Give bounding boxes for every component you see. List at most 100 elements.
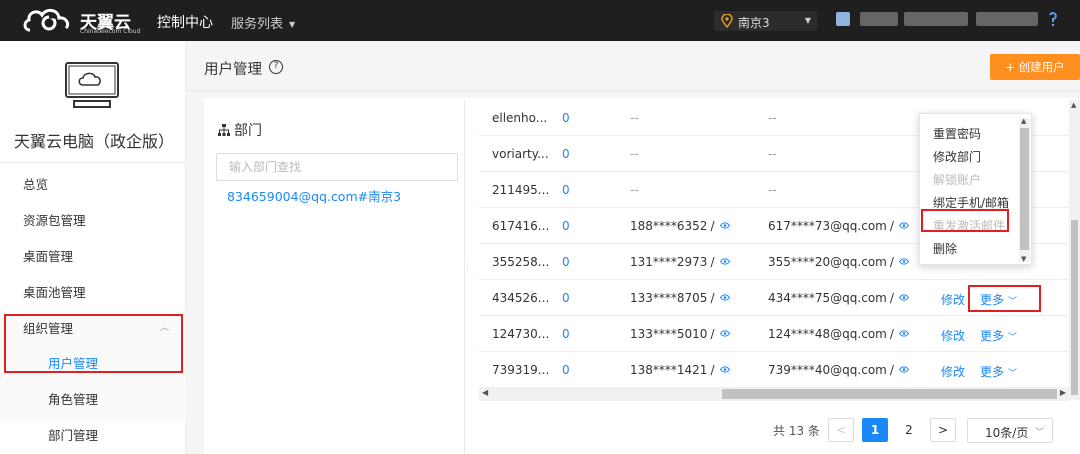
region-select[interactable]: 南京3 ▼ [714,11,817,31]
desktop-count-cell[interactable]: 0 [562,147,570,161]
eye-icon[interactable] [898,294,909,301]
table-row: 124730... 0 133****5010/ 124****48@qq.co… [479,316,1069,352]
drag-handle-icon[interactable]: ⋮ [463,262,471,271]
question-circle-icon[interactable]: ? [269,60,283,74]
chevron-down-icon: ﹀ [1008,333,1018,343]
user-name-cell[interactable]: 211495... [492,183,549,197]
account-extra-block [976,12,1038,26]
separator: / [710,291,715,305]
services-menu[interactable]: 服务列表 ▼ [231,13,295,32]
dept-search-field[interactable] [216,153,458,181]
eye-icon[interactable] [719,330,730,337]
email-cell: 739****40@qq.com / [768,363,909,377]
page-button-1[interactable]: 1 [862,418,888,442]
dept-search-input[interactable] [217,154,457,180]
sidebar-item-resource-packages[interactable]: 资源包管理 [23,210,86,229]
user-name-cell[interactable]: ellenho... [492,111,547,125]
edit-user-link[interactable]: 修改 [941,363,965,380]
page-title: 用户管理 [204,62,262,78]
eye-icon[interactable] [719,258,730,265]
eye-icon[interactable] [719,366,730,373]
next-page-button[interactable]: > [930,418,956,442]
sidebar-item-role-management[interactable]: 角色管理 [48,389,98,408]
brand-logo[interactable]: 天翼云 Chinatelecom Cloud [22,6,157,36]
separator: / [889,255,894,269]
highlight-box-resend [921,209,1009,232]
menu-item-unlock-account: 解锁账户 [933,173,982,187]
user-name-cell[interactable]: 739319... [492,363,549,377]
more-actions-button[interactable]: 更多 ﹀ [980,363,1017,380]
user-name-cell[interactable]: 355258... [492,255,549,269]
sidebar-item-desktop[interactable]: 桌面管理 [23,246,73,265]
phone-cell: 188****6352/ [630,219,730,233]
email-value: 434****75@qq.com [768,291,887,305]
separator: / [710,327,715,341]
caret-down-icon: ▼ [289,20,296,29]
scroll-up-icon[interactable]: ▲ [1071,101,1076,109]
phone-value: 188****6352 [630,219,708,233]
sidebar-item-dept-management[interactable]: 部门管理 [48,425,98,444]
desktop-count-cell[interactable]: 0 [562,183,570,197]
menu-item-reset-password[interactable]: 重置密码 [933,125,981,142]
phone-cell: 138****1421/ [630,363,730,377]
account-name-block [860,12,898,26]
help-icon[interactable] [1046,10,1060,28]
scroll-down-icon[interactable]: ▼ [1021,255,1026,263]
edit-user-link[interactable]: 修改 [941,291,965,308]
user-name-cell[interactable]: 434526... [492,291,549,305]
scroll-thumb[interactable] [1020,128,1029,250]
desktop-count-cell[interactable]: 0 [562,327,570,341]
desktop-count-cell[interactable]: 0 [562,363,570,377]
user-name-cell[interactable]: 124730... [492,327,549,341]
sidebar-item-desktop-pool[interactable]: 桌面池管理 [23,282,86,301]
dept-tree-node[interactable]: 834659004@qq.com#南京3 [227,186,401,205]
user-name-cell[interactable]: voriarty... [492,147,549,161]
create-user-button[interactable]: + 创建用户 [990,54,1080,80]
page-button-2[interactable]: 2 [896,418,922,442]
eye-icon[interactable] [719,294,730,301]
account-id-block [904,12,968,26]
eye-icon[interactable] [719,222,730,229]
phone-value: 133****5010 [630,327,708,341]
cloud-logo-icon [23,9,70,32]
separator: / [710,255,715,269]
menu-item-delete[interactable]: 删除 [933,240,957,257]
console-link[interactable]: 控制中心 [157,12,213,32]
eye-icon[interactable] [898,258,909,265]
desktop-count-cell[interactable]: 0 [562,111,570,125]
user-name-cell[interactable]: 617416... [492,219,549,233]
eye-icon[interactable] [898,330,909,337]
account-info-blurred[interactable] [836,12,1041,26]
phone-cell: 133****8705/ [630,291,730,305]
vertical-scrollbar[interactable]: ▲ [1069,100,1080,400]
scroll-thumb[interactable] [1071,220,1078,395]
email-value: 739****40@qq.com [768,363,887,377]
computer-monitor-icon [65,62,119,108]
scroll-right-icon[interactable]: ▶ [1060,388,1066,397]
menu-item-change-dept[interactable]: 修改部门 [933,148,981,165]
desktop-count-cell[interactable]: 0 [562,255,570,269]
org-tree-icon [218,124,230,136]
phone-value: 138****1421 [630,363,708,377]
scroll-up-icon[interactable]: ▲ [1021,117,1026,125]
horizontal-scrollbar[interactable]: ◀ ▶ [479,387,1069,401]
email-cell: -- [768,147,777,161]
eye-icon[interactable] [898,366,909,373]
scroll-left-icon[interactable]: ◀ [482,388,488,397]
prev-page-button[interactable]: < [828,418,854,442]
sidebar-item-overview[interactable]: 总览 [23,174,48,193]
desktop-count-cell[interactable]: 0 [562,219,570,233]
edit-user-link[interactable]: 修改 [941,327,965,344]
menu-scrollbar[interactable]: ▲ ▼ [1019,117,1030,263]
phone-cell: -- [630,183,639,197]
scroll-thumb[interactable] [722,389,1057,399]
page-size-select[interactable]: 10条/页 ﹀ [967,418,1053,443]
page-size-value: 10条/页 [985,426,1029,440]
separator: / [889,363,894,377]
eye-icon[interactable] [898,222,909,229]
separator: / [710,363,715,377]
total-count: 共 13 条 [773,424,820,438]
more-label: 更多 [980,329,1005,343]
more-actions-button[interactable]: 更多 ﹀ [980,327,1017,344]
desktop-count-cell[interactable]: 0 [562,291,570,305]
